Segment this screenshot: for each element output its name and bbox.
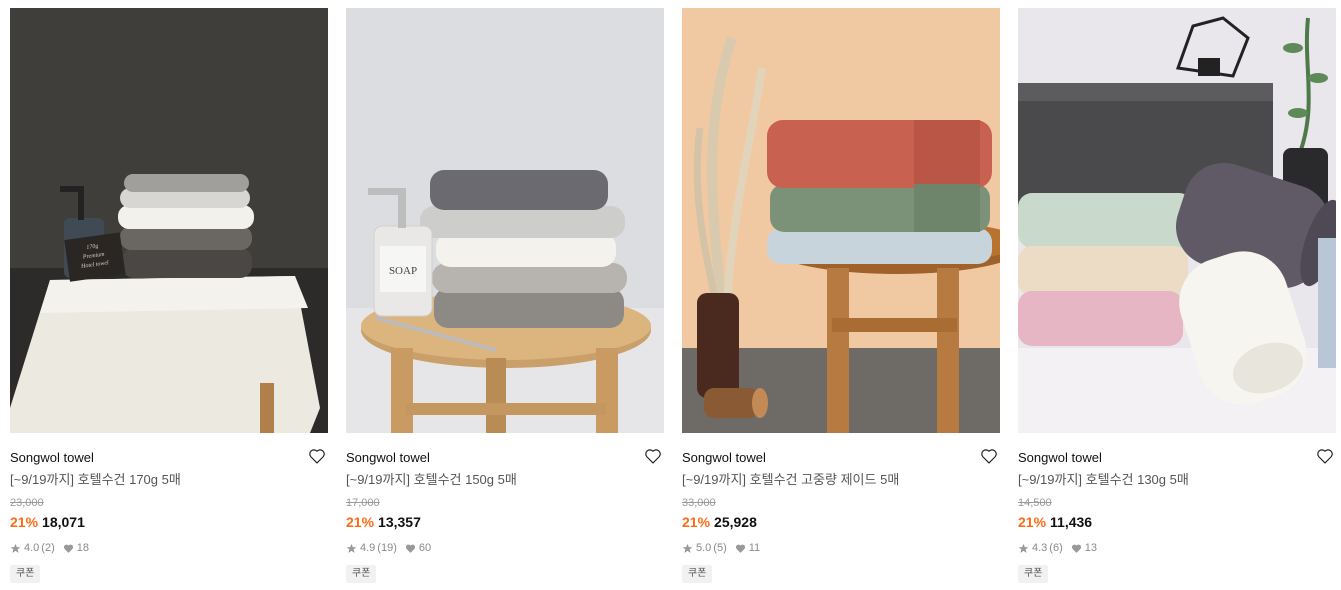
- product-card[interactable]: Songwol towel [~9/19까지] 호텔수건 130g 5매 14,…: [1018, 8, 1336, 588]
- rating-value: 4.3: [1032, 542, 1048, 554]
- original-price: 23,000: [10, 497, 44, 509]
- wishlist-heart-icon[interactable]: [644, 448, 664, 466]
- product-meta: 5.0 (5) 11: [682, 541, 1000, 555]
- coupon-badge: 쿠폰: [346, 565, 377, 583]
- discount-rate: 21%: [346, 514, 375, 530]
- review-count: (6): [1049, 542, 1063, 554]
- rating-value: 5.0: [696, 542, 712, 554]
- review-count: (5): [713, 542, 727, 554]
- wishlist-heart-icon[interactable]: [1316, 448, 1336, 466]
- product-brand[interactable]: Songwol towel: [346, 447, 664, 469]
- product-title[interactable]: [~9/19까지] 호텔수건 150g 5매: [346, 471, 664, 489]
- product-image[interactable]: [1018, 8, 1336, 433]
- star-icon: [346, 543, 357, 554]
- product-brand[interactable]: Songwol towel: [1018, 447, 1336, 469]
- sale-price: 13,357: [378, 514, 421, 530]
- like-count: 18: [76, 542, 89, 554]
- star-icon: [1018, 543, 1029, 554]
- heart-filled-icon: [1071, 543, 1082, 554]
- coupon-badge: 쿠폰: [682, 565, 713, 583]
- product-grid: 170g Premium Hotel towel Songwol towel […: [0, 0, 1341, 590]
- discount-rate: 21%: [1018, 514, 1047, 530]
- product-image[interactable]: SOAP: [346, 8, 664, 433]
- sale-price: 18,071: [42, 514, 85, 530]
- like-count: 13: [1084, 542, 1097, 554]
- product-brand[interactable]: Songwol towel: [10, 447, 328, 469]
- coupon-badge: 쿠폰: [10, 565, 41, 583]
- product-card[interactable]: 170g Premium Hotel towel Songwol towel […: [10, 8, 328, 588]
- coupon-badge: 쿠폰: [1018, 565, 1049, 583]
- price-row: 21% 13,357: [346, 513, 664, 531]
- discount-rate: 21%: [682, 514, 711, 530]
- product-image[interactable]: 170g Premium Hotel towel: [10, 8, 328, 433]
- product-title[interactable]: [~9/19까지] 호텔수건 170g 5매: [10, 471, 328, 489]
- product-title[interactable]: [~9/19까지] 호텔수건 고중량 제이드 5매: [682, 471, 1000, 489]
- review-count: (19): [377, 542, 397, 554]
- product-photo: [1018, 8, 1336, 433]
- product-meta: 4.0 (2) 18: [10, 541, 328, 555]
- like-count: 60: [418, 542, 432, 554]
- image-label-line: SOAP: [389, 265, 417, 277]
- rating-value: 4.0: [24, 542, 40, 554]
- heart-filled-icon: [63, 543, 74, 554]
- wishlist-heart-icon[interactable]: [980, 448, 1000, 466]
- star-icon: [10, 543, 21, 554]
- original-price: 14,500: [1018, 497, 1052, 509]
- product-card[interactable]: Songwol towel [~9/19까지] 호텔수건 고중량 제이드 5매 …: [682, 8, 1000, 588]
- product-photo: [682, 8, 1000, 433]
- price-row: 21% 25,928: [682, 513, 1000, 531]
- product-meta: 4.9 (19) 60: [346, 541, 664, 555]
- product-brand[interactable]: Songwol towel: [682, 447, 1000, 469]
- product-title[interactable]: [~9/19까지] 호텔수건 130g 5매: [1018, 471, 1336, 489]
- sale-price: 11,436: [1050, 514, 1093, 530]
- discount-rate: 21%: [10, 514, 39, 530]
- product-photo: 170g Premium Hotel towel: [10, 8, 328, 433]
- product-image[interactable]: [682, 8, 1000, 433]
- product-card[interactable]: SOAP Songwol towel [~9/19까지] 호텔수건 150g 5…: [346, 8, 664, 588]
- original-price: 33,000: [682, 497, 716, 509]
- price-row: 21% 18,071: [10, 513, 328, 531]
- product-meta: 4.3 (6) 13: [1018, 541, 1336, 555]
- product-photo: SOAP: [346, 8, 664, 433]
- review-count: (2): [41, 542, 55, 554]
- heart-filled-icon: [735, 543, 746, 554]
- wishlist-heart-icon[interactable]: [308, 448, 328, 466]
- price-row: 21% 11,436: [1018, 513, 1336, 531]
- original-price: 17,000: [346, 497, 380, 509]
- rating-value: 4.9: [360, 542, 376, 554]
- sale-price: 25,928: [714, 514, 757, 530]
- heart-filled-icon: [405, 543, 416, 554]
- star-icon: [682, 543, 693, 554]
- like-count: 11: [748, 542, 761, 554]
